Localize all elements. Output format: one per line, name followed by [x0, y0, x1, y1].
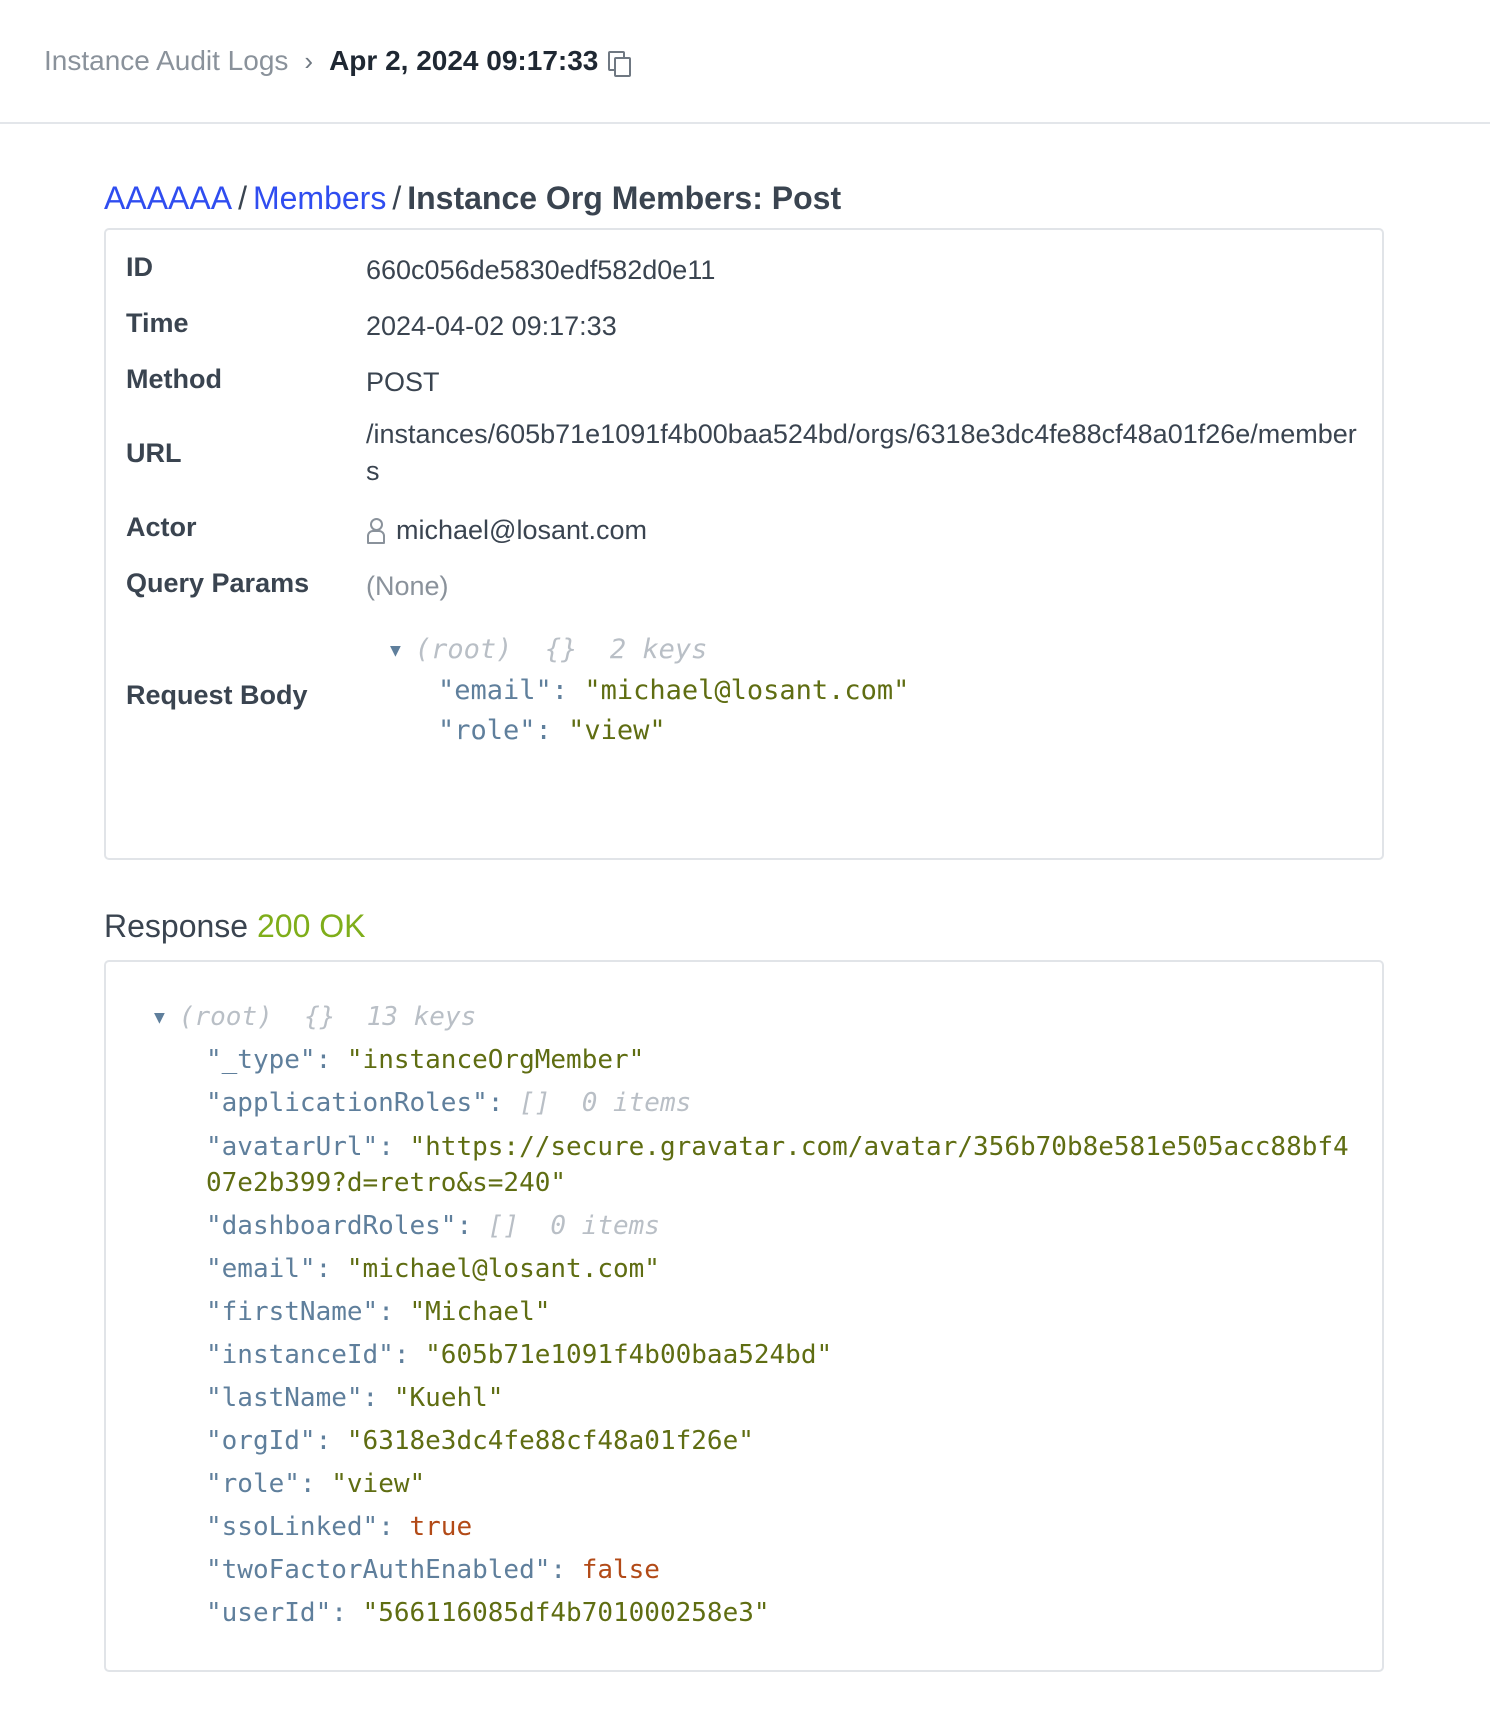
json-line: "role": "view": [206, 1469, 426, 1499]
query-params-label: Query Params: [126, 568, 310, 598]
breadcrumb-members-link[interactable]: Members: [253, 180, 386, 216]
id-label: ID: [126, 252, 153, 282]
triangle-down-icon[interactable]: ▼: [390, 631, 401, 671]
time-label: Time: [126, 308, 189, 338]
detail-row-time: Time 2024-04-02 09:17:33: [126, 306, 1362, 346]
main-content: AAAAAA / Members / Instance Org Members: Pos…: [104, 178, 1384, 1672]
request-body-label: Request Body: [126, 680, 308, 710]
json-line: "role": "view": [438, 715, 666, 746]
json-line: "firstName": "Michael": [206, 1297, 551, 1327]
detail-row-id: ID 660c056de5830edf582d0e11: [126, 250, 1362, 290]
status-badge: 200 OK: [256, 908, 366, 944]
breadcrumb-audit-logs-link[interactable]: Instance Audit Logs: [44, 45, 288, 77]
breadcrumb: AAAAAA / Members / Instance Org Members: Pos…: [104, 178, 1384, 218]
detail-row-request-body: Request Body ▼ (root) {} 2 keys "email": …: [126, 630, 1362, 770]
json-line: "orgId": "6318e3dc4fe88cf48a01f26e": [206, 1426, 754, 1456]
breadcrumb-title: Instance Org Members: Post: [407, 180, 842, 216]
breadcrumb-separator: /: [392, 180, 402, 216]
response-card: ▼ (root) {} 13 keys "_type": "instanceOrg…: [104, 960, 1384, 1672]
json-line: "twoFactorAuthEnabled": false: [206, 1555, 660, 1585]
json-line: "lastName": "Kuehl": [206, 1383, 504, 1413]
url-value: /instances/605b71e1091f4b00baa524bd/orgs…: [366, 419, 1357, 486]
query-params-value: (None): [366, 571, 449, 601]
json-line: "instanceId": "605b71e1091f4b00baa524bd": [206, 1340, 833, 1370]
response-json: ▼ (root) {} 13 keys "_type": "instanceOrg…: [154, 996, 1354, 1635]
page-title: Apr 2, 2024 09:17:33: [329, 45, 599, 76]
person-icon: [366, 517, 385, 544]
json-line: "applicationRoles": [] 0 items: [206, 1088, 692, 1118]
detail-row-method: Method POST: [126, 362, 1362, 402]
json-line: "email": "michael@losant.com": [206, 1254, 660, 1284]
actor-label: Actor: [126, 512, 197, 542]
triangle-down-icon[interactable]: ▼: [154, 996, 165, 1039]
breadcrumb-org-link[interactable]: AAAAAA: [104, 180, 232, 216]
json-line: "email": "michael@losant.com": [438, 675, 910, 706]
breadcrumb-separator: /: [238, 180, 247, 216]
top-bar: Instance Audit Logs › Apr 2, 2024 09:17:…: [0, 0, 1490, 124]
json-line: "avatarUrl": "https://secure.gravatar.co…: [206, 1132, 1349, 1198]
detail-row-url: URL /instances/605b71e1091f4b00baa524bd/…: [126, 416, 1362, 496]
json-line: "userId": "566116085df4b701000258e3": [206, 1598, 770, 1628]
json-line: "ssoLinked": true: [206, 1512, 473, 1542]
detail-row-actor: Actor michael@losant.com: [126, 510, 1362, 550]
chevron-right-icon: ›: [304, 45, 314, 76]
id-value: 660c056de5830edf582d0e11: [366, 255, 716, 285]
actor-value: michael@losant.com: [366, 510, 1362, 550]
time-value: 2024-04-02 09:17:33: [366, 311, 617, 341]
request-body-json: ▼ (root) {} 2 keys "email": "michael@losa…: [390, 630, 1362, 751]
method-value: POST: [366, 367, 440, 397]
json-line: "_type": "instanceOrgMember": [206, 1045, 645, 1075]
actor-email[interactable]: michael@losant.com: [396, 515, 647, 545]
response-heading: Response 200 OK: [104, 906, 1384, 946]
url-label: URL: [126, 438, 182, 468]
detail-row-query-params: Query Params (None): [126, 566, 1362, 606]
json-root-toggle[interactable]: ▼ (root) {} 2 keys: [390, 630, 1362, 671]
json-root-toggle[interactable]: ▼ (root) {} 13 keys: [154, 996, 1354, 1039]
copy-icon[interactable]: [608, 51, 632, 77]
details-card: ID 660c056de5830edf582d0e11 Time 2024-04…: [104, 228, 1384, 860]
response-label: Response: [104, 908, 249, 944]
json-line: "dashboardRoles": [] 0 items: [206, 1211, 660, 1241]
method-label: Method: [126, 364, 222, 394]
